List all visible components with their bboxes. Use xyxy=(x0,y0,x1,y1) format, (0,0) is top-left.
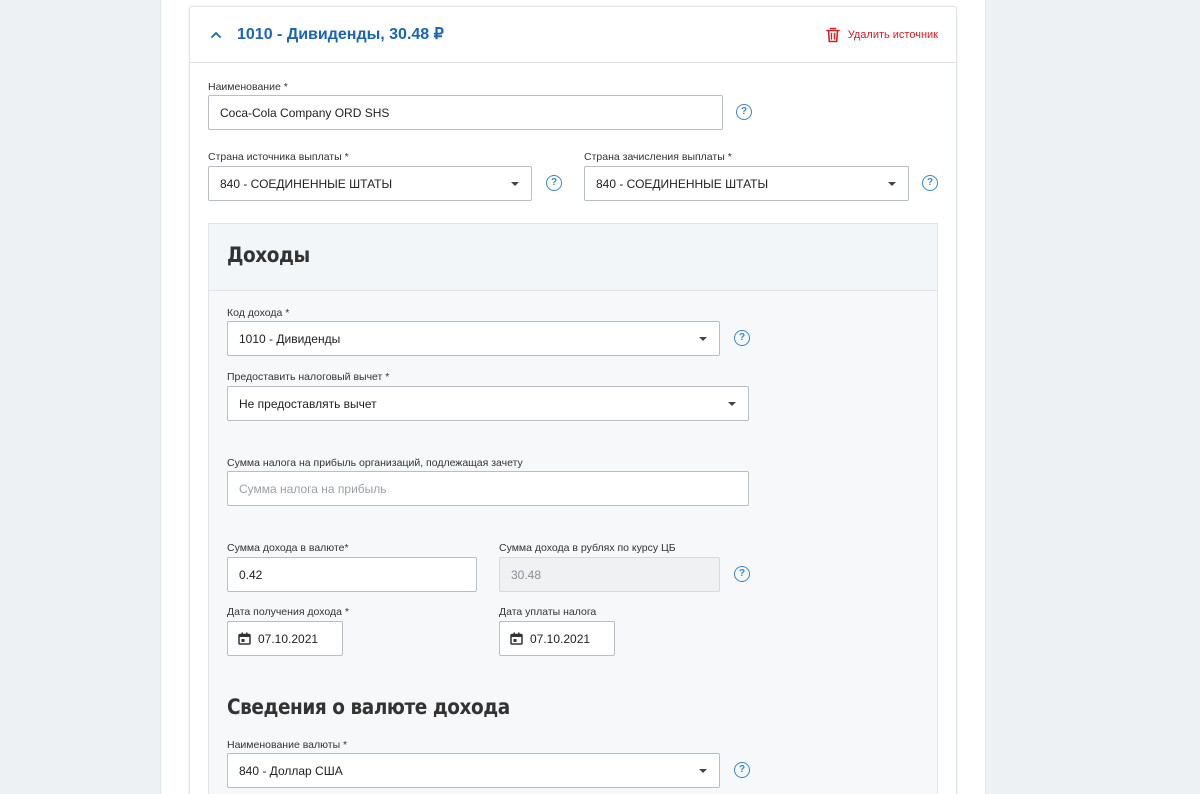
help-icon[interactable]: ? xyxy=(546,175,562,191)
amount-rub-label: Сумма дохода в рублях по курсу ЦБ xyxy=(499,542,676,554)
income-section-header: Доходы xyxy=(209,224,937,291)
amount-currency-value: 0.42 xyxy=(239,567,263,582)
calendar-icon[interactable] xyxy=(510,632,523,645)
delete-source-label: Удалить источник xyxy=(847,29,938,41)
profit-tax-label: Сумма налога на прибыль организаций, под… xyxy=(227,457,523,469)
profit-tax-field[interactable] xyxy=(227,471,749,506)
dropdown-arrow-icon xyxy=(699,769,707,773)
name-input[interactable]: Coca-Cola Company ORD SHS xyxy=(208,95,723,130)
trash-icon xyxy=(825,27,840,43)
currency-name-select[interactable]: 840 - Доллар США xyxy=(227,753,720,788)
income-code-value: 1010 - Дивиденды xyxy=(239,331,341,346)
amount-currency-input[interactable]: 0.42 xyxy=(227,557,477,592)
credit-country-label: Страна зачисления выплаты * xyxy=(584,151,732,163)
dropdown-arrow-icon xyxy=(699,337,707,341)
help-icon[interactable]: ? xyxy=(734,762,750,778)
income-code-select[interactable]: 1010 - Дивиденды xyxy=(227,321,720,356)
dropdown-arrow-icon xyxy=(511,182,519,186)
amount-currency-label: Сумма дохода в валюте* xyxy=(227,542,349,554)
chevron-up-icon[interactable] xyxy=(210,29,222,41)
tax-date-label: Дата уплаты налога xyxy=(499,606,597,618)
source-country-label: Страна источника выплаты * xyxy=(208,151,349,163)
currency-section-title: Сведения о валюте дохода xyxy=(227,695,510,719)
source-country-value: 840 - СОЕДИНЕННЫЕ ШТАТЫ xyxy=(220,176,393,191)
name-value: Coca-Cola Company ORD SHS xyxy=(220,105,390,120)
income-section-title: Доходы xyxy=(227,243,310,267)
help-icon[interactable]: ? xyxy=(922,175,938,191)
tax-deduction-value: Не предоставлять вычет xyxy=(239,396,377,411)
amount-rub-value: 30.48 xyxy=(511,567,542,582)
help-icon[interactable]: ? xyxy=(734,330,750,346)
tax-date-input[interactable]: 07.10.2021 xyxy=(499,621,615,656)
dropdown-arrow-icon xyxy=(728,402,736,406)
tax-deduction-label: Предоставить налоговый вычет * xyxy=(227,371,390,383)
source-country-select[interactable]: 840 - СОЕДИНЕННЫЕ ШТАТЫ xyxy=(208,166,532,201)
tax-date-value: 07.10.2021 xyxy=(530,631,591,646)
name-label: Наименование * xyxy=(208,81,288,93)
delete-source-button[interactable]: Удалить источник xyxy=(825,25,938,45)
credit-country-value: 840 - СОЕДИНЕННЫЕ ШТАТЫ xyxy=(596,176,769,191)
help-icon[interactable]: ? xyxy=(736,104,752,120)
credit-country-select[interactable]: 840 - СОЕДИНЕННЫЕ ШТАТЫ xyxy=(584,166,909,201)
currency-name-value: 840 - Доллар США xyxy=(239,763,343,778)
dropdown-arrow-icon xyxy=(888,182,896,186)
tax-deduction-select[interactable]: Не предоставлять вычет xyxy=(227,386,749,421)
calendar-icon[interactable] xyxy=(238,632,251,645)
help-icon[interactable]: ? xyxy=(734,566,750,582)
source-title: 1010 - Дивиденды, 30.48 ₽ xyxy=(237,26,444,43)
amount-rub-input: 30.48 xyxy=(499,557,720,592)
income-date-value: 07.10.2021 xyxy=(258,631,319,646)
card-header[interactable]: 1010 - Дивиденды, 30.48 ₽ Удалить источн… xyxy=(190,7,956,63)
profit-tax-input[interactable] xyxy=(239,481,737,496)
income-code-label: Код дохода * xyxy=(227,307,290,319)
income-date-input[interactable]: 07.10.2021 xyxy=(227,621,343,656)
currency-name-label: Наименование валюты * xyxy=(227,739,348,751)
income-date-label: Дата получения дохода * xyxy=(227,606,349,618)
